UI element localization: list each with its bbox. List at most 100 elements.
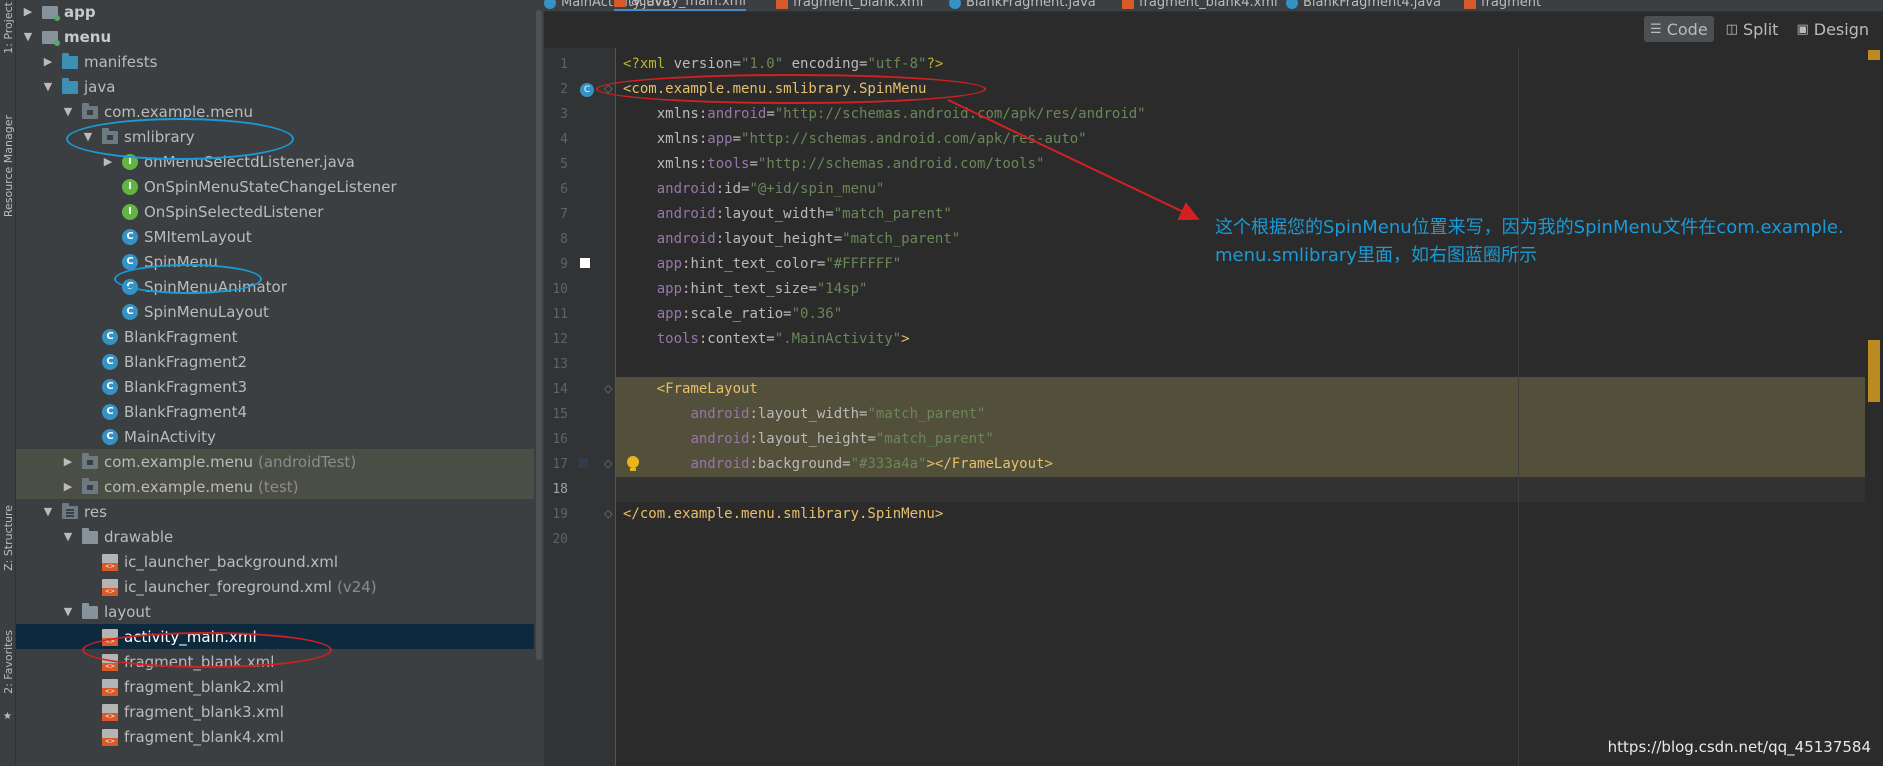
tree-item[interactable]: I OnSpinSelectedListener bbox=[16, 199, 534, 224]
editor-tab[interactable]: fragment_blank.xml bbox=[776, 0, 923, 11]
editor-tab-label: fragment bbox=[1481, 0, 1542, 10]
tree-item[interactable]: C BlankFragment4 bbox=[16, 399, 534, 424]
tree-item[interactable]: ▼ menu bbox=[16, 24, 534, 49]
editor-tab[interactable]: activity_main.xml bbox=[614, 0, 747, 11]
code-line[interactable]: tools:context=".MainActivity"> bbox=[616, 327, 1883, 352]
xml-file-icon bbox=[102, 703, 118, 721]
code-line[interactable] bbox=[616, 527, 1883, 552]
tree-item[interactable]: C SMItemLayout bbox=[16, 224, 534, 249]
code-line[interactable]: xmlns:tools="http://schemas.android.com/… bbox=[616, 152, 1883, 177]
code-token: "match_parent" bbox=[867, 406, 986, 422]
fold-icon[interactable]: ◇ bbox=[604, 383, 612, 395]
color-swatch-icon[interactable] bbox=[580, 258, 590, 271]
expand-down-icon[interactable]: ▼ bbox=[62, 605, 74, 618]
tree-item[interactable]: ▶ manifests bbox=[16, 49, 534, 74]
editor-tab[interactable]: BlankFragment.java bbox=[949, 0, 1096, 11]
code-line[interactable]: </com.example.menu.smlibrary.SpinMenu> bbox=[616, 502, 1883, 527]
tree-item[interactable]: ▼ com.example.menu bbox=[16, 99, 534, 124]
tree-item[interactable]: C SpinMenu bbox=[16, 249, 534, 274]
editor-tab[interactable]: fragment_blank4.xml bbox=[1122, 0, 1278, 11]
tree-item[interactable]: ▼ java bbox=[16, 74, 534, 99]
line-number: 2 bbox=[560, 82, 568, 97]
tree-item[interactable]: ic_launcher_foreground.xml(v24) bbox=[16, 574, 534, 599]
split-view-button[interactable]: ◫ Split bbox=[1720, 16, 1785, 42]
tree-item-suffix: (v24) bbox=[336, 577, 377, 596]
tree-item[interactable]: ▼ res bbox=[16, 499, 534, 524]
highlight-marker[interactable] bbox=[1868, 340, 1880, 402]
line-number: 1 bbox=[560, 57, 568, 72]
code-line[interactable]: android:background="#333a4a"></FrameLayo… bbox=[616, 452, 1883, 477]
code-area[interactable]: <?xml version="1.0" encoding="utf-8"?> <c… bbox=[616, 48, 1883, 766]
fold-icon[interactable]: ◇ bbox=[604, 458, 612, 470]
tree-item[interactable]: fragment_blank3.xml bbox=[16, 699, 534, 724]
code-line[interactable]: xmlns:android="http://schemas.android.co… bbox=[616, 102, 1883, 127]
warning-marker[interactable] bbox=[1868, 50, 1880, 60]
favorites-tool-tab[interactable]: 2: Favorites bbox=[2, 630, 15, 694]
tree-item[interactable]: ▼ drawable bbox=[16, 524, 534, 549]
code-line[interactable]: android:layout_height="match_parent" bbox=[616, 427, 1883, 452]
expand-right-icon[interactable]: ▶ bbox=[62, 480, 74, 493]
color-swatch-icon[interactable] bbox=[578, 458, 588, 471]
code-line[interactable]: <FrameLayout bbox=[616, 377, 1883, 402]
code-token: "match_parent" bbox=[842, 231, 961, 247]
tree-item[interactable]: fragment_blank4.xml bbox=[16, 724, 534, 749]
code-line[interactable]: app:hint_text_size="14sp" bbox=[616, 277, 1883, 302]
tree-item[interactable]: ic_launcher_background.xml bbox=[16, 549, 534, 574]
tree-item[interactable]: ▶ com.example.menu (androidTest) bbox=[16, 449, 534, 474]
design-view-button[interactable]: ▣ Design bbox=[1790, 16, 1875, 42]
java-class-icon bbox=[544, 0, 556, 9]
annotation-note: 这个根据您的SpinMenu位置来写，因为我的SpinMenu文件在com.ex… bbox=[1215, 214, 1875, 270]
code-line[interactable] bbox=[616, 477, 1883, 502]
tree-item-label: OnSpinSelectedListener bbox=[144, 202, 324, 221]
expand-down-icon[interactable]: ▼ bbox=[62, 105, 74, 118]
expand-right-icon[interactable]: ▶ bbox=[102, 155, 114, 168]
code-view-button[interactable]: ☰ Code bbox=[1644, 16, 1714, 42]
code-line[interactable]: android:layout_width="match_parent" bbox=[616, 402, 1883, 427]
expand-down-icon[interactable]: ▼ bbox=[42, 505, 54, 518]
structure-tool-tab[interactable]: Z: Structure bbox=[2, 505, 15, 571]
tree-item[interactable]: ▶ app bbox=[16, 0, 534, 24]
tree-item[interactable]: ▶ com.example.menu (test) bbox=[16, 474, 534, 499]
tree-item[interactable]: C BlankFragment2 bbox=[16, 349, 534, 374]
tree-item[interactable]: fragment_blank2.xml bbox=[16, 674, 534, 699]
code-editor[interactable]: ☰ Code ◫ Split ▣ Design 1 2 3 4 5 6 7 8 9 10 11 12 13 14… bbox=[544, 12, 1883, 766]
resource-manager-tool-tab[interactable]: Resource Manager bbox=[2, 115, 15, 217]
xml-file-icon bbox=[102, 678, 118, 696]
annotation-line-2: menu.smlibrary里面，如右图蓝圈所示 bbox=[1215, 245, 1537, 266]
editor-tab-label: fragment_blank4.xml bbox=[1139, 0, 1278, 10]
tree-item[interactable]: C BlankFragment3 bbox=[16, 374, 534, 399]
project-scrollbar[interactable] bbox=[534, 0, 544, 766]
folder-icon bbox=[82, 528, 98, 544]
annotation-line-1: 这个根据您的SpinMenu位置来写，因为我的SpinMenu文件在com.ex… bbox=[1215, 217, 1844, 238]
xml-file-icon bbox=[102, 553, 118, 571]
code-line[interactable]: android:id="@+id/spin_menu" bbox=[616, 177, 1883, 202]
fold-icon[interactable]: ◇ bbox=[604, 508, 612, 520]
editor-tab[interactable]: BlankFragment4.java bbox=[1286, 0, 1441, 11]
editor-tab[interactable]: fragment bbox=[1464, 0, 1542, 11]
scrollbar-thumb[interactable] bbox=[536, 10, 542, 660]
lightbulb-icon[interactable] bbox=[627, 456, 639, 472]
split-view-label: Split bbox=[1742, 19, 1779, 39]
code-line[interactable] bbox=[616, 352, 1883, 377]
code-token: :scale_ratio= bbox=[682, 306, 792, 322]
expand-down-icon[interactable]: ▼ bbox=[62, 530, 74, 543]
tree-item[interactable]: I OnSpinMenuStateChangeListener bbox=[16, 174, 534, 199]
tree-item[interactable]: C BlankFragment bbox=[16, 324, 534, 349]
line-number: 17 bbox=[552, 457, 568, 472]
tree-item[interactable]: C MainActivity bbox=[16, 424, 534, 449]
expand-right-icon[interactable]: ▶ bbox=[42, 55, 54, 68]
tree-item[interactable]: ▼ layout bbox=[16, 599, 534, 624]
code-token: tools bbox=[707, 156, 750, 172]
code-line[interactable]: xmlns:app="http://schemas.android.com/ap… bbox=[616, 127, 1883, 152]
code-token: xmlns: bbox=[656, 156, 708, 172]
expand-right-icon[interactable]: ▶ bbox=[22, 5, 34, 18]
expand-down-icon[interactable]: ▼ bbox=[42, 80, 54, 93]
tree-item[interactable]: C SpinMenuLayout bbox=[16, 299, 534, 324]
code-line[interactable]: app:scale_ratio="0.36" bbox=[616, 302, 1883, 327]
project-tool-tab[interactable]: 1: Project bbox=[2, 2, 15, 54]
expand-right-icon[interactable]: ▶ bbox=[62, 455, 74, 468]
class-gutter-icon[interactable]: C bbox=[580, 83, 594, 97]
expand-down-icon[interactable]: ▼ bbox=[22, 30, 34, 43]
tree-item[interactable]: C SpinMenuAnimator bbox=[16, 274, 534, 299]
line-number: 15 bbox=[552, 407, 568, 422]
